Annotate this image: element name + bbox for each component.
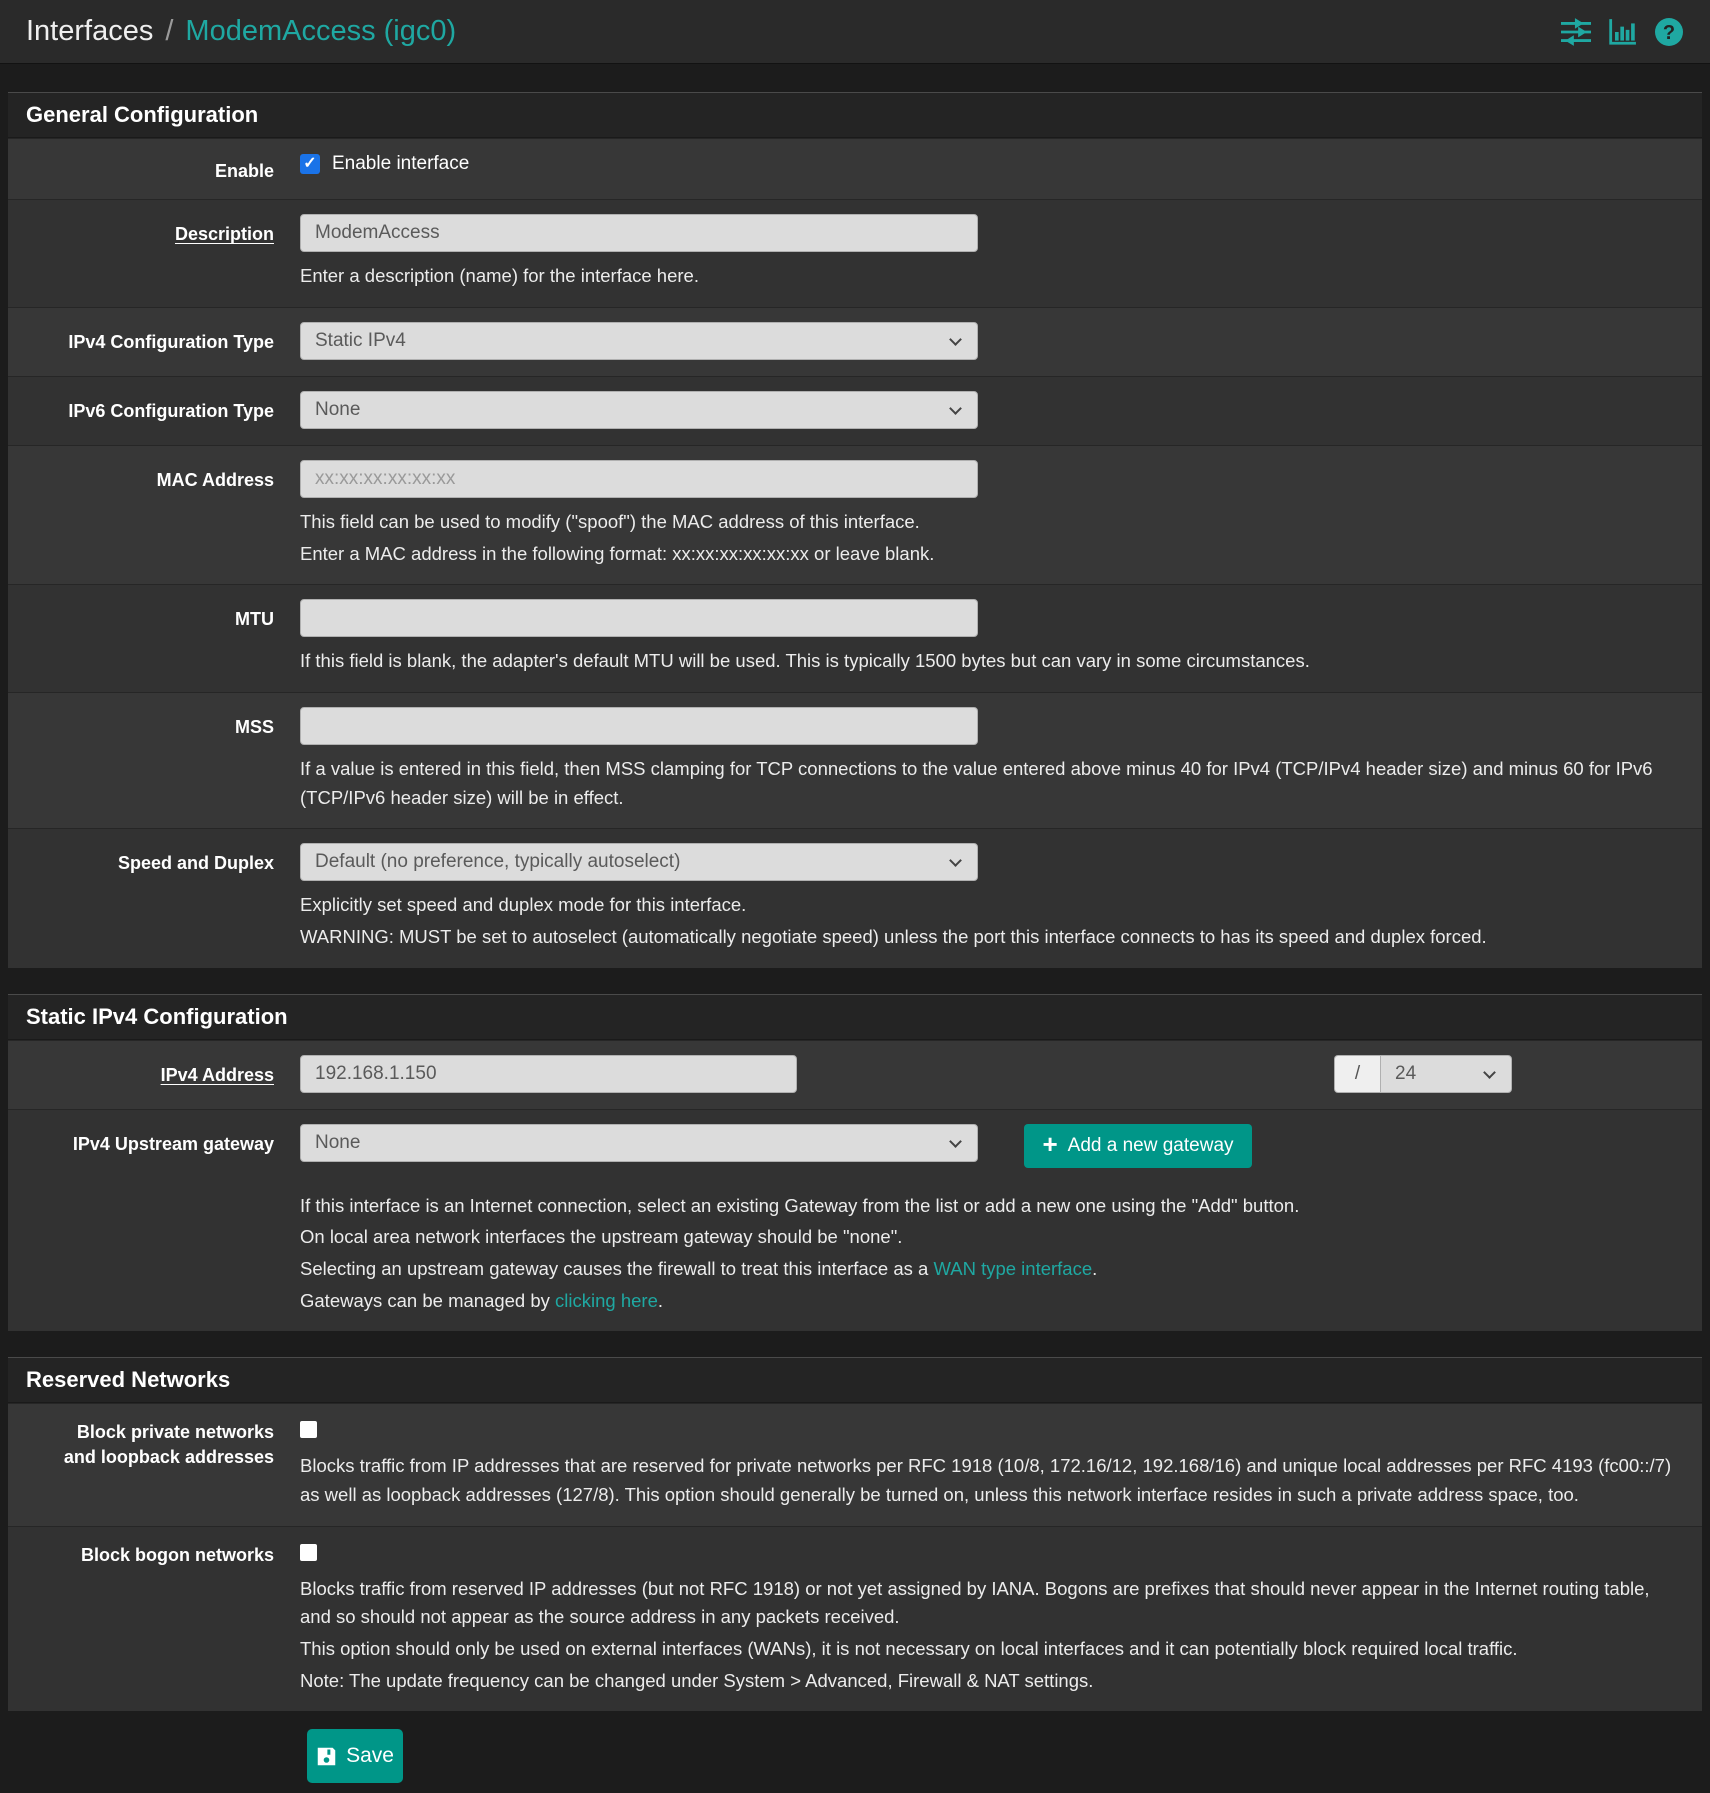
clicking-here-link[interactable]: clicking here [555,1290,658,1311]
mtu-input[interactable] [300,599,978,637]
description-label: Description [8,214,300,291]
chevron-down-icon [949,854,962,867]
ipv4-gateway-label: IPv4 Upstream gateway [8,1124,300,1316]
speed-duplex-label: Speed and Duplex [8,843,300,951]
block-private-checkbox[interactable] [300,1421,317,1438]
mtu-label: MTU [8,599,300,676]
breadcrumb-page[interactable]: ModemAccess (igc0) [185,15,456,48]
row-block-private-networks: Block private networks and loopback addr… [8,1403,1702,1525]
block-bogon-checkbox[interactable] [300,1544,317,1561]
section-title-reserved-networks: Reserved Networks [8,1358,1702,1403]
row-ipv4-configuration-type: IPv4 Configuration Type Static IPv4 [8,307,1702,376]
plus-icon: + [1042,1131,1057,1157]
row-ipv4-address: IPv4 Address / 24 [8,1040,1702,1109]
mac-label: MAC Address [8,460,300,568]
ipv6-type-select[interactable]: None [300,391,978,429]
enable-label: Enable [8,153,300,183]
subnet-mask-select[interactable]: 24 [1380,1055,1512,1093]
breadcrumb-bar: Interfaces / ModemAccess (igc0) [0,0,1710,64]
mss-label: MSS [8,707,300,812]
ipv4-address-input[interactable] [300,1055,797,1093]
form-footer: Save [0,1711,1710,1783]
svg-text:?: ? [1663,22,1675,44]
row-mtu: MTU If this field is blank, the adapter'… [8,584,1702,692]
mss-input[interactable] [300,707,978,745]
sliders-icon[interactable] [1561,18,1591,46]
ipv4-gateway-help: If this interface is an Internet connect… [300,1192,1684,1316]
ipv4-address-label: IPv4 Address [8,1055,300,1093]
ipv4-type-label: IPv4 Configuration Type [8,322,300,360]
chevron-down-icon [949,333,962,346]
subnet-mask-group: / 24 [1334,1055,1512,1093]
mtu-help: If this field is blank, the adapter's de… [300,647,1684,676]
bar-chart-icon[interactable] [1608,18,1637,46]
row-mss: MSS If a value is entered in this field,… [8,692,1702,828]
wan-type-interface-link[interactable]: WAN type interface [933,1258,1092,1279]
breadcrumb-section: Interfaces [26,15,153,48]
enable-checkbox[interactable] [300,154,320,174]
mac-help: This field can be used to modify ("spoof… [300,508,1684,568]
row-enable: Enable Enable interface [8,138,1702,199]
mask-separator: / [1334,1055,1380,1093]
speed-duplex-help: Explicitly set speed and duplex mode for… [300,891,1684,951]
ipv6-type-label: IPv6 Configuration Type [8,391,300,429]
question-icon[interactable]: ? [1654,17,1684,47]
save-button[interactable]: Save [307,1729,403,1783]
panel-general-configuration: General Configuration Enable Enable inte… [8,92,1702,968]
floppy-icon [316,1746,337,1767]
row-mac-address: MAC Address This field can be used to mo… [8,445,1702,584]
row-description: Description Enter a description (name) f… [8,199,1702,307]
row-speed-duplex: Speed and Duplex Default (no preference,… [8,828,1702,967]
ipv4-type-select[interactable]: Static IPv4 [300,322,978,360]
description-input[interactable] [300,214,978,252]
chevron-down-icon [1483,1066,1496,1079]
ipv4-gateway-select[interactable]: None [300,1124,978,1162]
panel-reserved-networks: Reserved Networks Block private networks… [8,1357,1702,1711]
panel-static-ipv4-configuration: Static IPv4 Configuration IPv4 Address /… [8,994,1702,1332]
breadcrumb: Interfaces / ModemAccess (igc0) [26,15,456,48]
add-gateway-button[interactable]: + Add a new gateway [1024,1124,1252,1168]
row-block-bogon-networks: Block bogon networks Blocks traffic from… [8,1526,1702,1712]
block-private-help: Blocks traffic from IP addresses that ar… [300,1452,1684,1509]
enable-checkbox-label: Enable interface [332,153,469,175]
nav-icon-group: ? [1561,17,1684,47]
block-private-label: Block private networks and loopback addr… [8,1418,300,1509]
speed-duplex-select[interactable]: Default (no preference, typically autose… [300,843,978,881]
mss-help: If a value is entered in this field, the… [300,755,1684,812]
chevron-down-icon [949,402,962,415]
breadcrumb-separator: / [165,15,173,48]
block-bogon-label: Block bogon networks [8,1541,300,1696]
section-title-general: General Configuration [8,93,1702,138]
block-bogon-help: Blocks traffic from reserved IP addresse… [300,1575,1684,1696]
mac-input[interactable] [300,460,978,498]
chevron-down-icon [949,1135,962,1148]
row-ipv6-configuration-type: IPv6 Configuration Type None [8,376,1702,445]
section-title-static-ipv4: Static IPv4 Configuration [8,995,1702,1040]
description-help: Enter a description (name) for the inter… [300,262,1684,291]
row-ipv4-upstream-gateway: IPv4 Upstream gateway None + Add a new g… [8,1109,1702,1332]
